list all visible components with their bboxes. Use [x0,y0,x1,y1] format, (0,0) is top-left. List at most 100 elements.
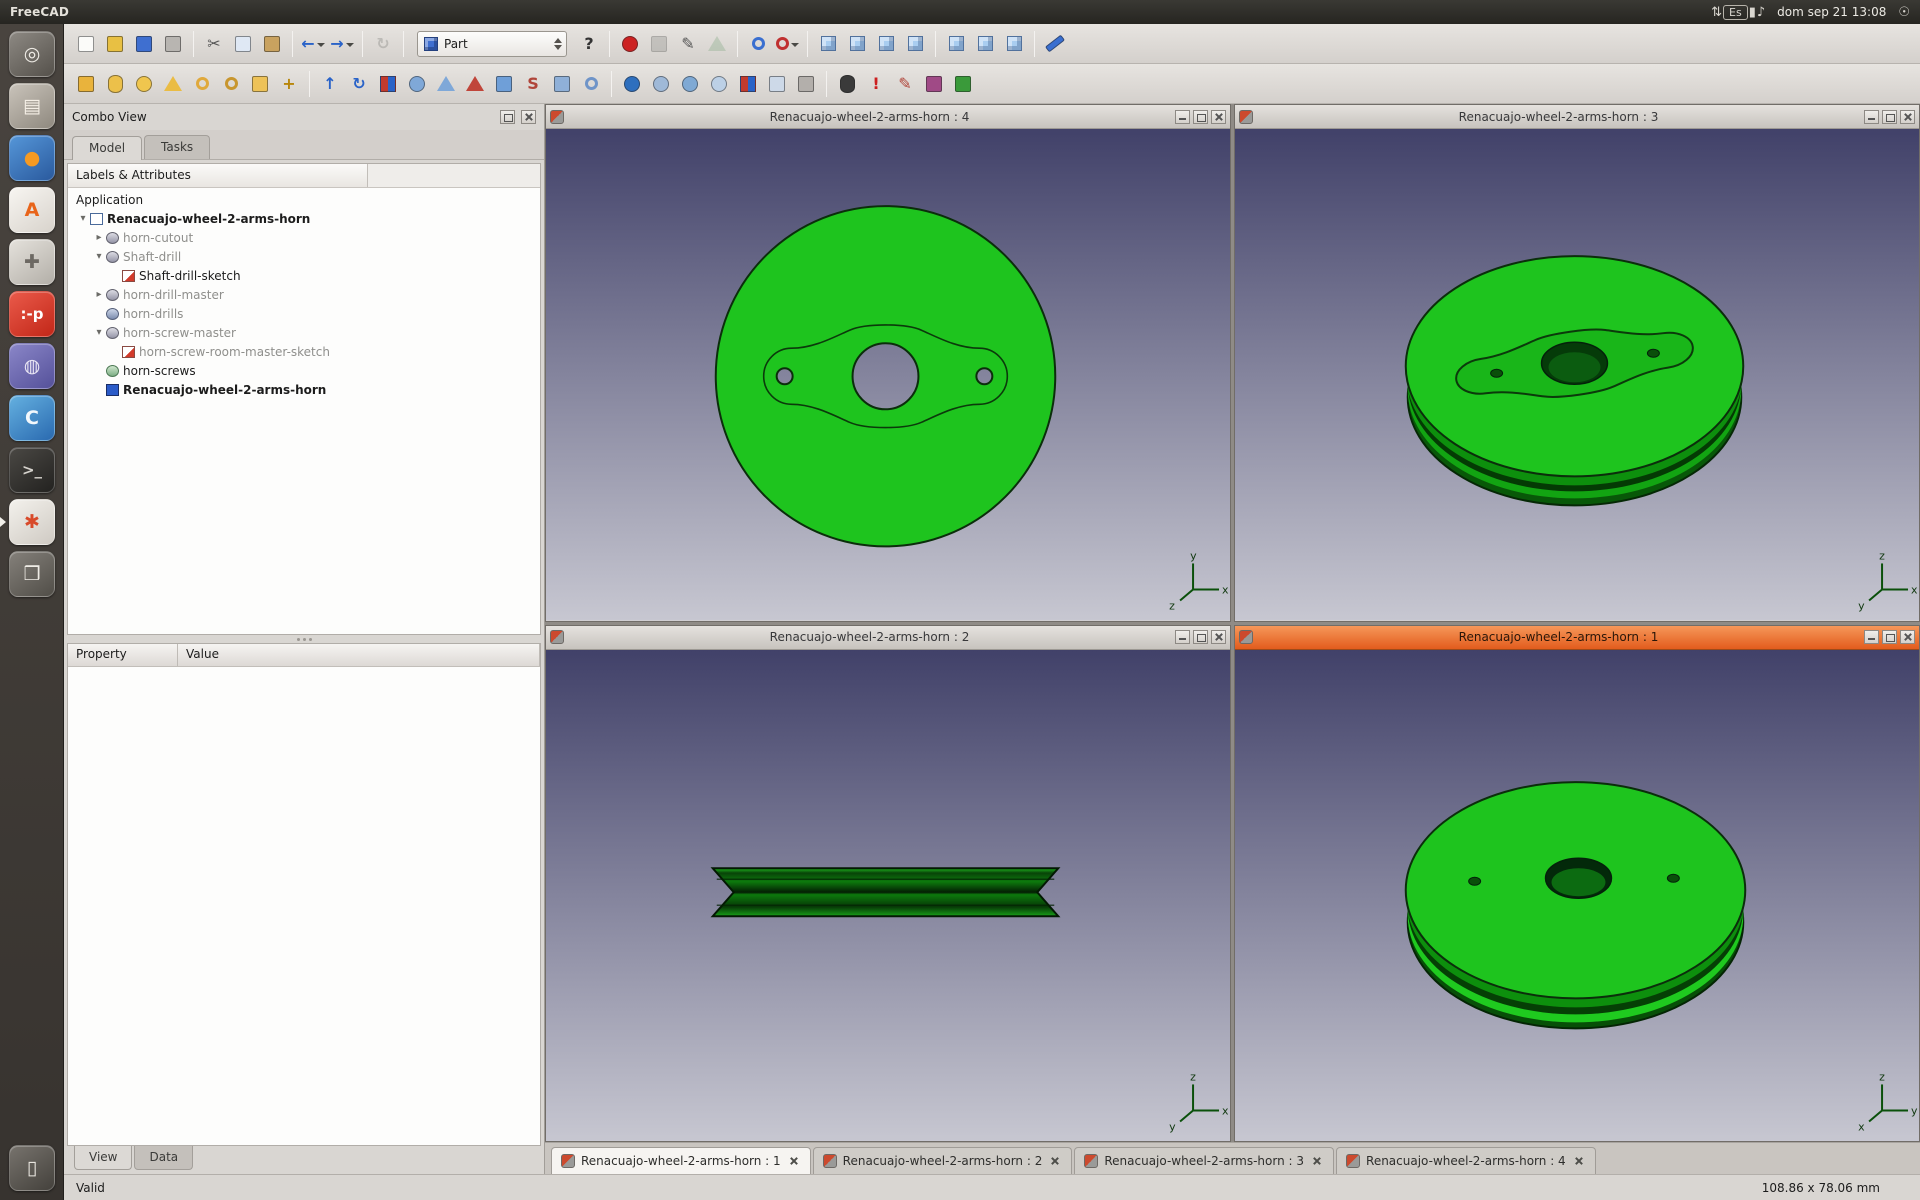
close-icon[interactable] [1572,1154,1586,1168]
part-appearance-icon[interactable] [833,70,861,98]
system-settings-icon[interactable]: ✚ [9,239,55,285]
trash-icon[interactable]: ▯ [9,1145,55,1191]
tree-down-arrow-icon[interactable]: ▾ [92,327,106,338]
volume-icon[interactable]: ♪ [1757,6,1765,19]
close-button[interactable] [1900,630,1915,644]
launcher-chat-app[interactable]: :-p [0,288,64,340]
launcher-files[interactable]: ▤ [0,80,64,132]
part-defeaturing-icon[interactable]: ✎ [891,70,919,98]
part-ruled-surface-icon[interactable] [461,70,489,98]
close-icon[interactable] [1048,1154,1062,1168]
tree-down-arrow-icon[interactable]: ▾ [92,251,106,262]
part-tube-icon[interactable] [217,70,245,98]
mdi-tab[interactable]: Renacuajo-wheel-2-arms-horn : 4 [1336,1147,1596,1174]
save-document-icon[interactable] [130,30,158,58]
measure-distance-icon[interactable] [1041,30,1069,58]
property-column-header[interactable]: Property [68,644,178,666]
terminal-icon[interactable]: >_ [9,447,55,493]
close-icon[interactable] [1310,1154,1324,1168]
part-union-icon[interactable] [676,70,704,98]
tree-item-shaft-drill-sketch[interactable]: Shaft-drill-sketch [68,266,540,285]
part-mirror-icon[interactable] [374,70,402,98]
viewport-titlebar[interactable]: Renacuajo-wheel-2-arms-horn : 4 [546,105,1230,129]
close-button[interactable] [1211,109,1226,124]
3d-viewport[interactable]: z x y [546,649,1230,1141]
part-section-icon[interactable] [734,70,762,98]
macro-execute-icon[interactable] [703,30,731,58]
mdi-tab[interactable]: Renacuajo-wheel-2-arms-horn : 3 [1074,1147,1335,1174]
macro-stop-icon[interactable] [645,30,673,58]
tree-item-horn-screws[interactable]: horn-screws [68,361,540,380]
window-stack-icon[interactable]: ❒ [9,551,55,597]
maximize-button[interactable] [1193,109,1208,124]
minimize-button[interactable] [1864,630,1879,644]
freecad-icon[interactable]: ✱ [9,499,55,545]
viewport-titlebar[interactable]: Renacuajo-wheel-2-arms-horn : 2 [546,625,1230,650]
tab-tasks[interactable]: Tasks [144,135,211,159]
paste-icon[interactable] [258,30,286,58]
cut-icon[interactable]: ✂ [200,30,228,58]
3d-viewport[interactable]: y x z [546,129,1230,621]
part-compound-icon[interactable] [792,70,820,98]
close-icon[interactable] [787,1154,801,1168]
tree-right-arrow-icon[interactable]: ▸ [92,289,106,300]
part-sphere-icon[interactable] [130,70,158,98]
music-player-icon[interactable]: C [9,395,55,441]
dropdown-caret-icon[interactable] [316,42,325,51]
view-bottom-icon[interactable] [971,30,999,58]
tree-item-horn-drill-master[interactable]: ▸ horn-drill-master [68,285,540,304]
print-document-icon[interactable] [159,30,187,58]
dropdown-caret-icon[interactable] [345,42,354,51]
firefox-icon[interactable]: ● [9,135,55,181]
part-revolve-icon[interactable]: ↻ [345,70,373,98]
part-refine-shape-icon[interactable] [920,70,948,98]
tree-down-arrow-icon[interactable]: ▾ [76,213,90,224]
tree-header-label[interactable]: Labels & Attributes [68,164,368,187]
tab-model[interactable]: Model [72,136,143,160]
tree-item-horn-screw-master[interactable]: ▾ horn-screw-master [68,323,540,342]
launcher-dash-home[interactable]: ◎ [0,28,64,80]
part-create-primitives-icon[interactable] [246,70,274,98]
3d-viewport[interactable]: z x y [1235,129,1919,621]
maximize-button[interactable] [1193,630,1208,644]
launcher-system-settings[interactable]: ✚ [0,236,64,288]
chat-app-icon[interactable]: :-p [9,291,55,337]
session-menu-icon[interactable]: ☉ [1898,6,1910,19]
software-center-icon[interactable]: A [9,187,55,233]
part-loft-icon[interactable] [490,70,518,98]
launcher-firefox[interactable]: ● [0,132,64,184]
tab-view[interactable]: View [74,1146,133,1170]
part-torus-icon[interactable] [188,70,216,98]
network-icon[interactable]: ⇅ [1711,6,1722,19]
open-document-icon[interactable] [101,30,129,58]
refresh-icon[interactable]: ↻ [369,30,397,58]
tree-item-horn-cutout[interactable]: ▸ horn-cutout [68,228,540,247]
tree-item-renacuajo-wheel-2-arms-horn[interactable]: Renacuajo-wheel-2-arms-horn [68,380,540,399]
dropdown-caret-icon[interactable] [790,42,799,51]
view-rear-icon[interactable] [942,30,970,58]
part-boolean-icon[interactable] [618,70,646,98]
tree-item-shaft-drill[interactable]: ▾ Shaft-drill [68,247,540,266]
part-sweep-icon[interactable]: S [519,70,547,98]
part-chamfer-icon[interactable] [432,70,460,98]
3d-viewport[interactable]: z y x [1235,649,1919,1141]
new-document-icon[interactable] [72,30,100,58]
view-top-icon[interactable] [872,30,900,58]
launcher-software-center[interactable]: A [0,184,64,236]
mdi-tab[interactable]: Renacuajo-wheel-2-arms-horn : 2 [812,1147,1073,1174]
part-thickness-icon[interactable] [577,70,605,98]
view-front-icon[interactable] [843,30,871,58]
tree-item-application[interactable]: Application [68,190,540,209]
combo-view-titlebar[interactable]: Combo View [64,104,544,130]
close-button[interactable] [1900,109,1915,124]
macro-record-icon[interactable] [616,30,644,58]
copy-icon[interactable] [229,30,257,58]
part-cut-icon[interactable] [647,70,675,98]
dash-home-icon[interactable]: ◎ [9,31,55,77]
launcher-music-player[interactable]: C [0,392,64,444]
close-panel-icon[interactable] [521,110,536,124]
keyboard-layout-icon[interactable]: Es [1723,4,1748,20]
maximize-button[interactable] [1882,630,1897,644]
value-column-header[interactable]: Value [178,644,540,666]
launcher-trash[interactable]: ▯ [0,1142,64,1194]
